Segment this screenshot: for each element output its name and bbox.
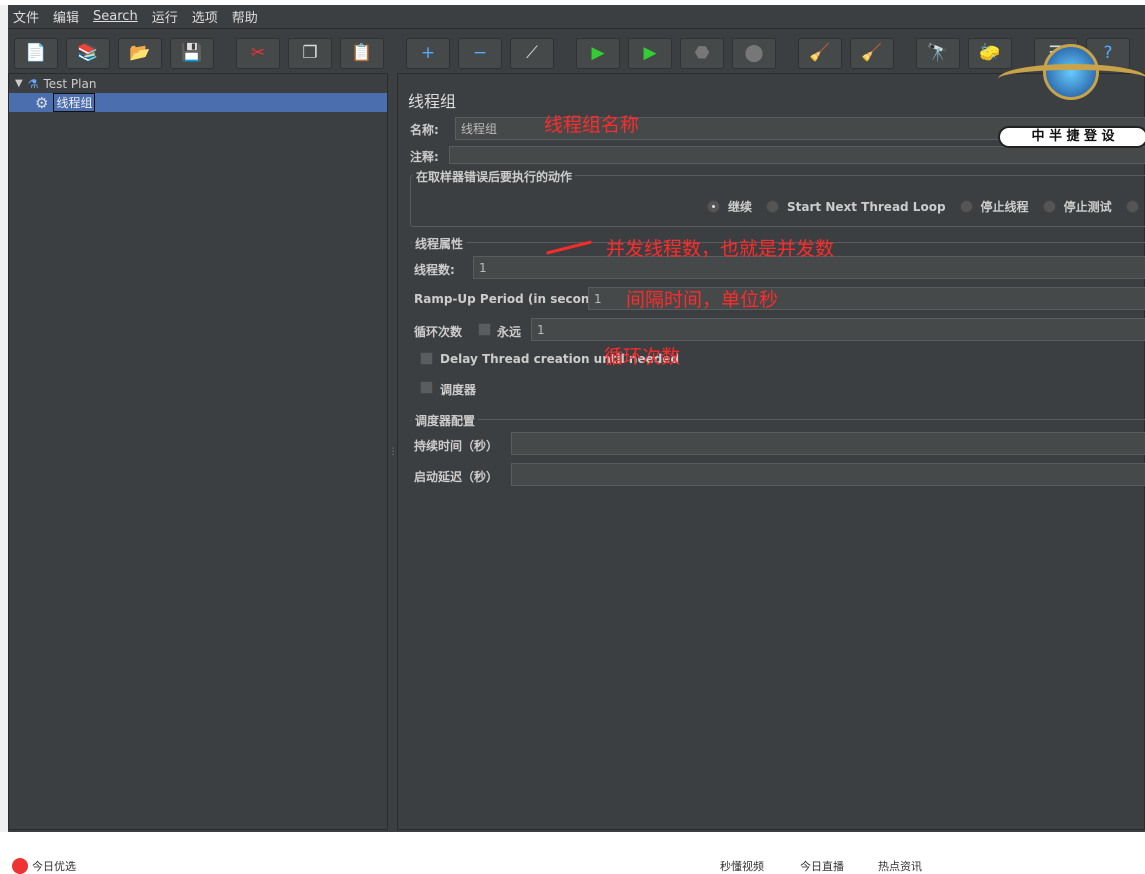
radio-option[interactable]: S — [1125, 200, 1145, 214]
panel-title: 线程组 — [408, 92, 457, 111]
start-no-pause-button[interactable]: ▶ — [628, 37, 672, 69]
save-button[interactable]: 💾 — [170, 37, 214, 69]
expand-arrow-icon[interactable]: ▼ — [15, 78, 23, 89]
radio-button[interactable] — [707, 200, 720, 213]
group-legend: 调度器配置 — [412, 412, 479, 429]
copy-icon: ❐ — [302, 43, 318, 63]
shutdown-icon: ⬤ — [744, 43, 764, 63]
threads-label: 线程数: — [414, 263, 455, 277]
radio-label: Start Next Thread Loop — [787, 199, 946, 214]
menu-file[interactable]: 文件 — [13, 7, 39, 26]
menu-edit[interactable]: 编辑 — [53, 7, 79, 26]
tree-node-label: 线程组 — [53, 93, 96, 112]
bottom-link[interactable]: 热点资讯 — [878, 858, 922, 874]
menu-options[interactable]: 选项 — [192, 7, 218, 26]
menu-search[interactable]: Search — [93, 9, 138, 24]
search-button[interactable]: 🔭 — [916, 37, 960, 69]
templates-button[interactable]: 📚 — [66, 37, 110, 69]
annotation-rampup: 间隔时间，单位秒 — [626, 289, 779, 311]
watermark-logo: 中 半 捷 登 设 — [998, 44, 1145, 149]
stop-icon: ⬣ — [694, 43, 710, 63]
loop-input[interactable]: 1 — [531, 318, 1145, 341]
bottom-link[interactable]: 今日直播 — [800, 858, 844, 874]
annotation-name: 线程组名称 — [544, 114, 640, 136]
tree-node-label: Test Plan — [43, 76, 97, 91]
forever-label: 永远 — [497, 325, 522, 339]
toggle-button[interactable]: ⟋ — [510, 37, 554, 69]
annotation-threads: 并发线程数，也就是并发数 — [606, 238, 835, 260]
cut-icon: ✂ — [250, 43, 266, 63]
open-button[interactable]: 📂 — [118, 37, 162, 69]
templates-icon: 📚 — [77, 43, 99, 63]
annotation-loop: 循环次数 — [604, 346, 681, 368]
radio-button[interactable] — [1125, 200, 1139, 213]
tree-node-thread-group[interactable]: ⚙ 线程组 — [9, 93, 387, 112]
radio-option[interactable]: Start Next Thread Loop — [766, 200, 946, 214]
clear-all-icon: 🧹 — [861, 43, 883, 63]
toggle-icon: ⟋ — [526, 43, 538, 63]
loop-label: 循环次数 — [414, 325, 463, 339]
menu-run[interactable]: 运行 — [152, 7, 178, 26]
start-icon: ▶ — [591, 43, 605, 63]
radio-button[interactable] — [1042, 200, 1056, 213]
expand-icon: + — [420, 43, 436, 63]
toolbar: 📄📚📂💾✂❐📋+−⟋▶▶⬣⬤🧹🧹🔭🧽☰? — [8, 33, 1145, 73]
shutdown-button[interactable]: ⬤ — [732, 37, 776, 69]
group-legend: 在取样器错误后要执行的动作 — [413, 168, 576, 185]
radio-option[interactable]: 停止测试 — [1042, 198, 1112, 215]
stop-button[interactable]: ⬣ — [680, 37, 724, 69]
jmeter-window: 文件 编辑 Search 运行 选项 帮助 📄 📚 📂 💾 ✂ ❐ 📋 + − ⟋ ▶ ▶ ⬣ ⬤ 🧹 🧹 🔭 🧽… — [0, 5, 1145, 832]
radio-label: 停止测试 — [1063, 200, 1112, 214]
duration-label: 持续时间（秒） — [414, 439, 499, 453]
radio-button[interactable] — [766, 200, 780, 213]
rampup-label: Ramp-Up Period (in seconds): — [414, 292, 616, 306]
clear-button[interactable]: 🧹 — [798, 37, 842, 69]
startup-delay-input[interactable] — [511, 463, 1145, 486]
new-button[interactable]: 📄 — [14, 37, 58, 69]
radio-button[interactable] — [959, 200, 973, 213]
browser-status-bar: 今日优选 秒懂视频 今日直播 热点资讯 — [0, 832, 1145, 874]
paste-button[interactable]: 📋 — [340, 37, 384, 69]
flask-icon: ⚗ — [27, 76, 39, 91]
clear-all-button[interactable]: 🧹 — [850, 37, 894, 69]
test-plan-tree: ▼ ⚗ Test Plan ⚙ 线程组 — [8, 73, 388, 830]
radio-label: 继续 — [728, 200, 753, 214]
name-label: 名称: — [410, 123, 439, 137]
cut-button[interactable]: ✂ — [236, 37, 280, 69]
start-button[interactable]: ▶ — [576, 37, 620, 69]
radio-option[interactable]: 停止线程 — [959, 198, 1029, 215]
expand-button[interactable]: + — [406, 37, 450, 69]
search-icon: 🔭 — [927, 43, 949, 63]
save-icon: 💾 — [181, 43, 203, 63]
menu-help[interactable]: 帮助 — [232, 7, 258, 26]
tree-node-test-plan[interactable]: ▼ ⚗ Test Plan — [9, 74, 387, 93]
start-no-pause-icon: ▶ — [643, 43, 657, 63]
scheduler-label: 调度器 — [440, 383, 477, 397]
delay-thread-checkbox[interactable] — [420, 352, 433, 365]
split-pane-divider[interactable]: ⋮ — [389, 73, 398, 830]
forever-checkbox[interactable] — [478, 323, 491, 336]
paste-icon: 📋 — [351, 43, 373, 63]
clear-icon: 🧹 — [809, 43, 831, 63]
scheduler-checkbox[interactable] — [420, 381, 433, 394]
error-action-radios: 继续 Start Next Thread Loop 停止线程 停止测试 S — [707, 198, 1145, 216]
group-legend: 线程属性 — [412, 235, 467, 252]
collapse-button[interactable]: − — [458, 37, 502, 69]
thread-group-panel: 线程组 名称: 线程组 注释: 在取样器错误后要执行的动作 继续 Start Ne… — [397, 44, 1145, 830]
new-icon: 📄 — [25, 43, 47, 63]
startup-delay-label: 启动延迟（秒） — [414, 470, 499, 484]
error-action-group: 在取样器错误后要执行的动作 继续 Start Next Thread Loop 停止… — [410, 168, 1145, 227]
bottom-left-text[interactable]: 今日优选 — [32, 858, 76, 874]
copy-button[interactable]: ❐ — [288, 37, 332, 69]
bottom-link[interactable]: 秒懂视频 — [720, 858, 764, 874]
gear-icon: ⚙ — [35, 93, 49, 112]
radio-label: 停止线程 — [980, 200, 1029, 214]
open-icon: 📂 — [129, 43, 151, 63]
collapse-icon: − — [472, 43, 488, 63]
menu-bar: 文件 编辑 Search 运行 选项 帮助 — [8, 5, 1145, 29]
watermark-text: 中 半 捷 登 设 — [998, 126, 1145, 148]
radio-option[interactable]: 继续 — [707, 198, 752, 215]
duration-input[interactable] — [511, 432, 1145, 455]
comment-label: 注释: — [410, 150, 439, 164]
